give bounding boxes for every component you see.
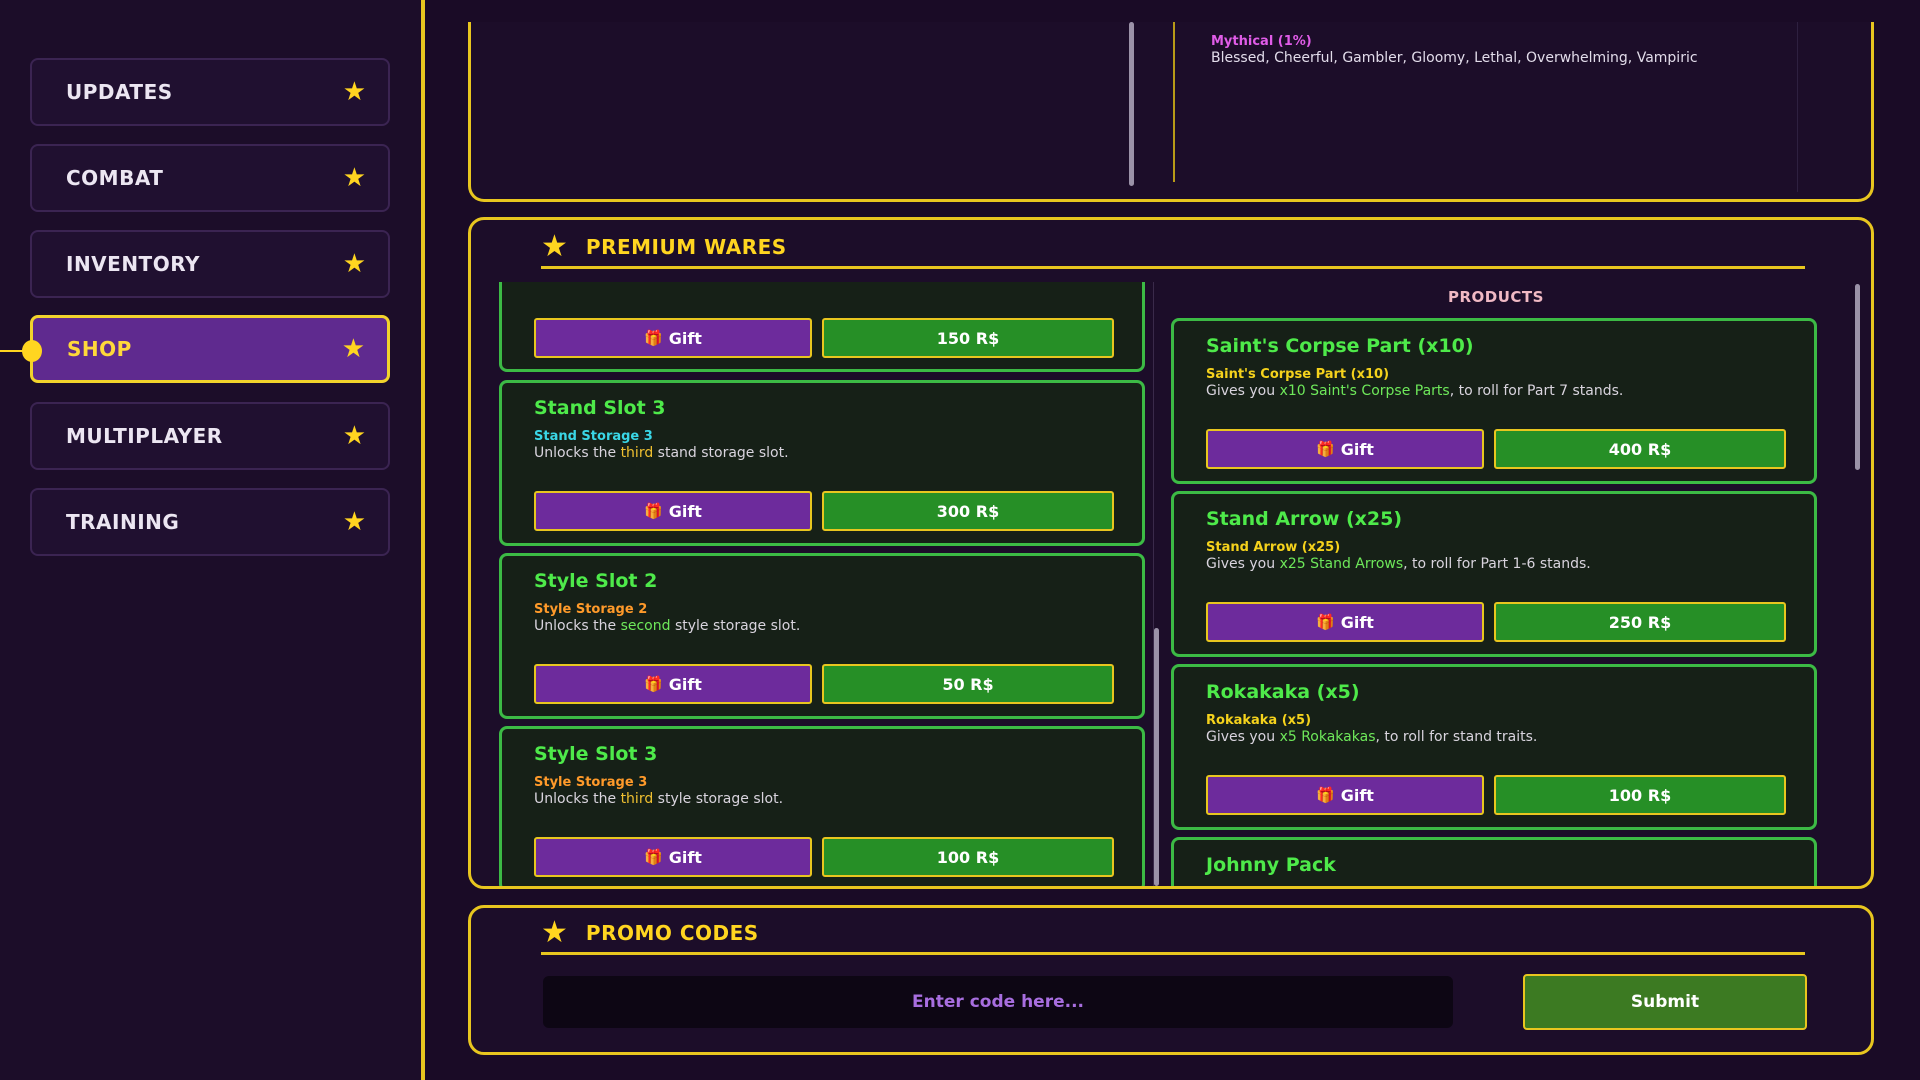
card-description: Unlocks the third style storage slot.	[534, 791, 784, 807]
scrollbar[interactable]	[1154, 628, 1159, 886]
card-title: Style Slot 3	[534, 743, 658, 765]
products-heading: PRODUCTS	[1448, 288, 1544, 306]
promo-codes-panel: ★ PROMO CODES Submit	[468, 905, 1874, 1055]
star-icon: ★	[342, 421, 366, 451]
buy-button[interactable]: 100 R$	[822, 837, 1114, 877]
trait-info-panel: Mythical (1%) Blessed, Cheerful, Gambler…	[468, 22, 1874, 202]
gift-icon: 🎁	[644, 502, 663, 520]
header-rule	[541, 952, 1805, 955]
gift-icon: 🎁	[644, 848, 663, 866]
card-title: Stand Arrow (x25)	[1206, 508, 1403, 530]
active-pointer-icon	[0, 338, 42, 364]
sidebar-item-combat[interactable]: COMBAT ★	[30, 144, 390, 212]
card-description: Unlocks the third stand storage slot.	[534, 445, 789, 461]
card-title: Rokakaka (x5)	[1206, 681, 1360, 703]
panel-title: PROMO CODES	[585, 921, 759, 945]
gift-icon: 🎁	[644, 675, 663, 693]
right-product-list: PRODUCTS Saint's Corpse Part (x10) Saint…	[1171, 282, 1821, 886]
sidebar-divider	[421, 0, 425, 1080]
card-title: Style Slot 2	[534, 570, 658, 592]
gift-button[interactable]: 🎁 Gift	[534, 664, 812, 704]
sidebar-item-label: INVENTORY	[66, 252, 200, 276]
sidebar-item-label: SHOP	[67, 337, 132, 361]
sidebar-item-inventory[interactable]: INVENTORY ★	[30, 230, 390, 298]
card-subtitle: Style Storage 3	[534, 775, 648, 790]
gift-button[interactable]: 🎁 Gift	[1206, 602, 1484, 642]
card-description: Unlocks the second style storage slot.	[534, 618, 801, 634]
panel-header: ★ PREMIUM WARES	[541, 232, 787, 262]
star-icon: ★	[541, 229, 568, 264]
promo-code-input[interactable]	[543, 976, 1453, 1028]
card-title: Saint's Corpse Part (x10)	[1206, 335, 1474, 357]
gift-button[interactable]: 🎁 Gift	[1206, 775, 1484, 815]
card-subtitle: Rokakaka (x5)	[1206, 713, 1312, 728]
gift-icon: 🎁	[1316, 786, 1335, 804]
card-description: Gives you x10 Saint's Corpse Parts, to r…	[1206, 383, 1624, 399]
sidebar-item-shop[interactable]: SHOP ★	[30, 315, 390, 383]
card-subtitle: Saint's Corpse Part (x10)	[1206, 367, 1390, 382]
left-product-list: 🎁 Gift 150 R$ Stand Slot 3 Stand Storage …	[499, 282, 1147, 886]
card-subtitle: Stand Storage 3	[534, 429, 653, 444]
product-card: Saint's Corpse Part (x10) Saint's Corpse…	[1171, 318, 1817, 484]
sidebar-item-multiplayer[interactable]: MULTIPLAYER ★	[30, 402, 390, 470]
gift-icon: 🎁	[644, 329, 663, 347]
premium-wares-panel: ★ PREMIUM WARES 🎁 Gift 150 R$ Stand Slot …	[468, 217, 1874, 889]
gift-button[interactable]: 🎁 Gift	[1206, 429, 1484, 469]
buy-button[interactable]: 150 R$	[822, 318, 1114, 358]
panel-title: PREMIUM WARES	[585, 235, 787, 259]
product-card: Stand Arrow (x25) Stand Arrow (x25) Give…	[1171, 491, 1817, 657]
card-title: Johnny Pack	[1206, 854, 1336, 876]
product-card: 🎁 Gift 150 R$	[499, 282, 1145, 372]
buy-button[interactable]: 400 R$	[1494, 429, 1786, 469]
product-card: Stand Slot 3 Stand Storage 3 Unlocks the…	[499, 380, 1145, 546]
buy-button[interactable]: 300 R$	[822, 491, 1114, 531]
sidebar-item-training[interactable]: TRAINING ★	[30, 488, 390, 556]
star-icon: ★	[342, 77, 366, 107]
star-icon: ★	[342, 249, 366, 279]
scrollbar[interactable]	[1129, 22, 1134, 186]
rarity-label: Mythical (1%)	[1211, 34, 1312, 49]
product-card: Johnny Pack	[1171, 837, 1817, 886]
sidebar-item-label: TRAINING	[66, 510, 180, 534]
panel-header: ★ PROMO CODES	[541, 918, 759, 948]
submit-button[interactable]: Submit	[1523, 974, 1807, 1030]
buy-button[interactable]: 100 R$	[1494, 775, 1786, 815]
star-icon: ★	[541, 915, 568, 950]
sidebar-item-label: COMBAT	[66, 166, 164, 190]
product-card: Style Slot 3 Style Storage 3 Unlocks the…	[499, 726, 1145, 886]
gift-button[interactable]: 🎁 Gift	[534, 491, 812, 531]
divider	[1173, 22, 1175, 182]
buy-button[interactable]: 50 R$	[822, 664, 1114, 704]
buy-button[interactable]: 250 R$	[1494, 602, 1786, 642]
card-subtitle: Stand Arrow (x25)	[1206, 540, 1341, 555]
star-icon: ★	[342, 163, 366, 193]
card-title: Stand Slot 3	[534, 397, 666, 419]
scrollbar[interactable]	[1855, 284, 1860, 470]
card-description: Gives you x25 Stand Arrows, to roll for …	[1206, 556, 1591, 572]
sidebar-item-updates[interactable]: UPDATES ★	[30, 58, 390, 126]
card-description: Gives you x5 Rokakakas, to roll for stan…	[1206, 729, 1538, 745]
sidebar: UPDATES ★ COMBAT ★ INVENTORY ★ SHOP ★ MU…	[0, 0, 423, 1080]
star-icon: ★	[341, 334, 365, 364]
sidebar-item-label: MULTIPLAYER	[66, 424, 223, 448]
product-card: Style Slot 2 Style Storage 2 Unlocks the…	[499, 553, 1145, 719]
product-card: Rokakaka (x5) Rokakaka (x5) Gives you x5…	[1171, 664, 1817, 830]
card-subtitle: Style Storage 2	[534, 602, 648, 617]
header-rule	[541, 266, 1805, 269]
gift-icon: 🎁	[1316, 613, 1335, 631]
gift-button[interactable]: 🎁 Gift	[534, 318, 812, 358]
rarity-traits: Blessed, Cheerful, Gambler, Gloomy, Leth…	[1211, 50, 1698, 66]
sidebar-item-label: UPDATES	[66, 80, 173, 104]
star-icon: ★	[342, 507, 366, 537]
gift-icon: 🎁	[1316, 440, 1335, 458]
divider	[1797, 22, 1798, 192]
gift-button[interactable]: 🎁 Gift	[534, 837, 812, 877]
